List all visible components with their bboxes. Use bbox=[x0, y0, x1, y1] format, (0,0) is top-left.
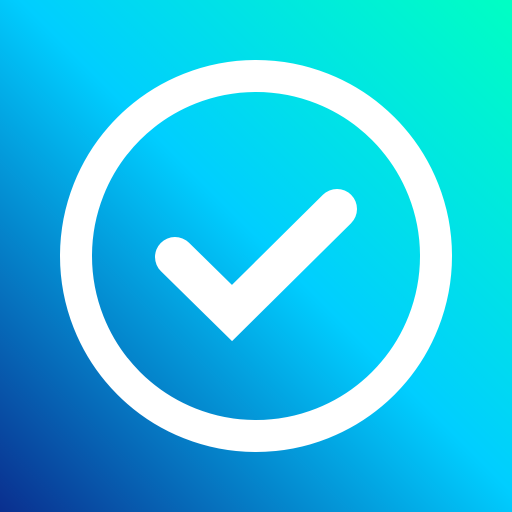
check-circle-icon bbox=[60, 60, 452, 452]
checkmark bbox=[155, 189, 357, 342]
circle-ring bbox=[60, 60, 452, 452]
app-icon bbox=[0, 0, 512, 512]
